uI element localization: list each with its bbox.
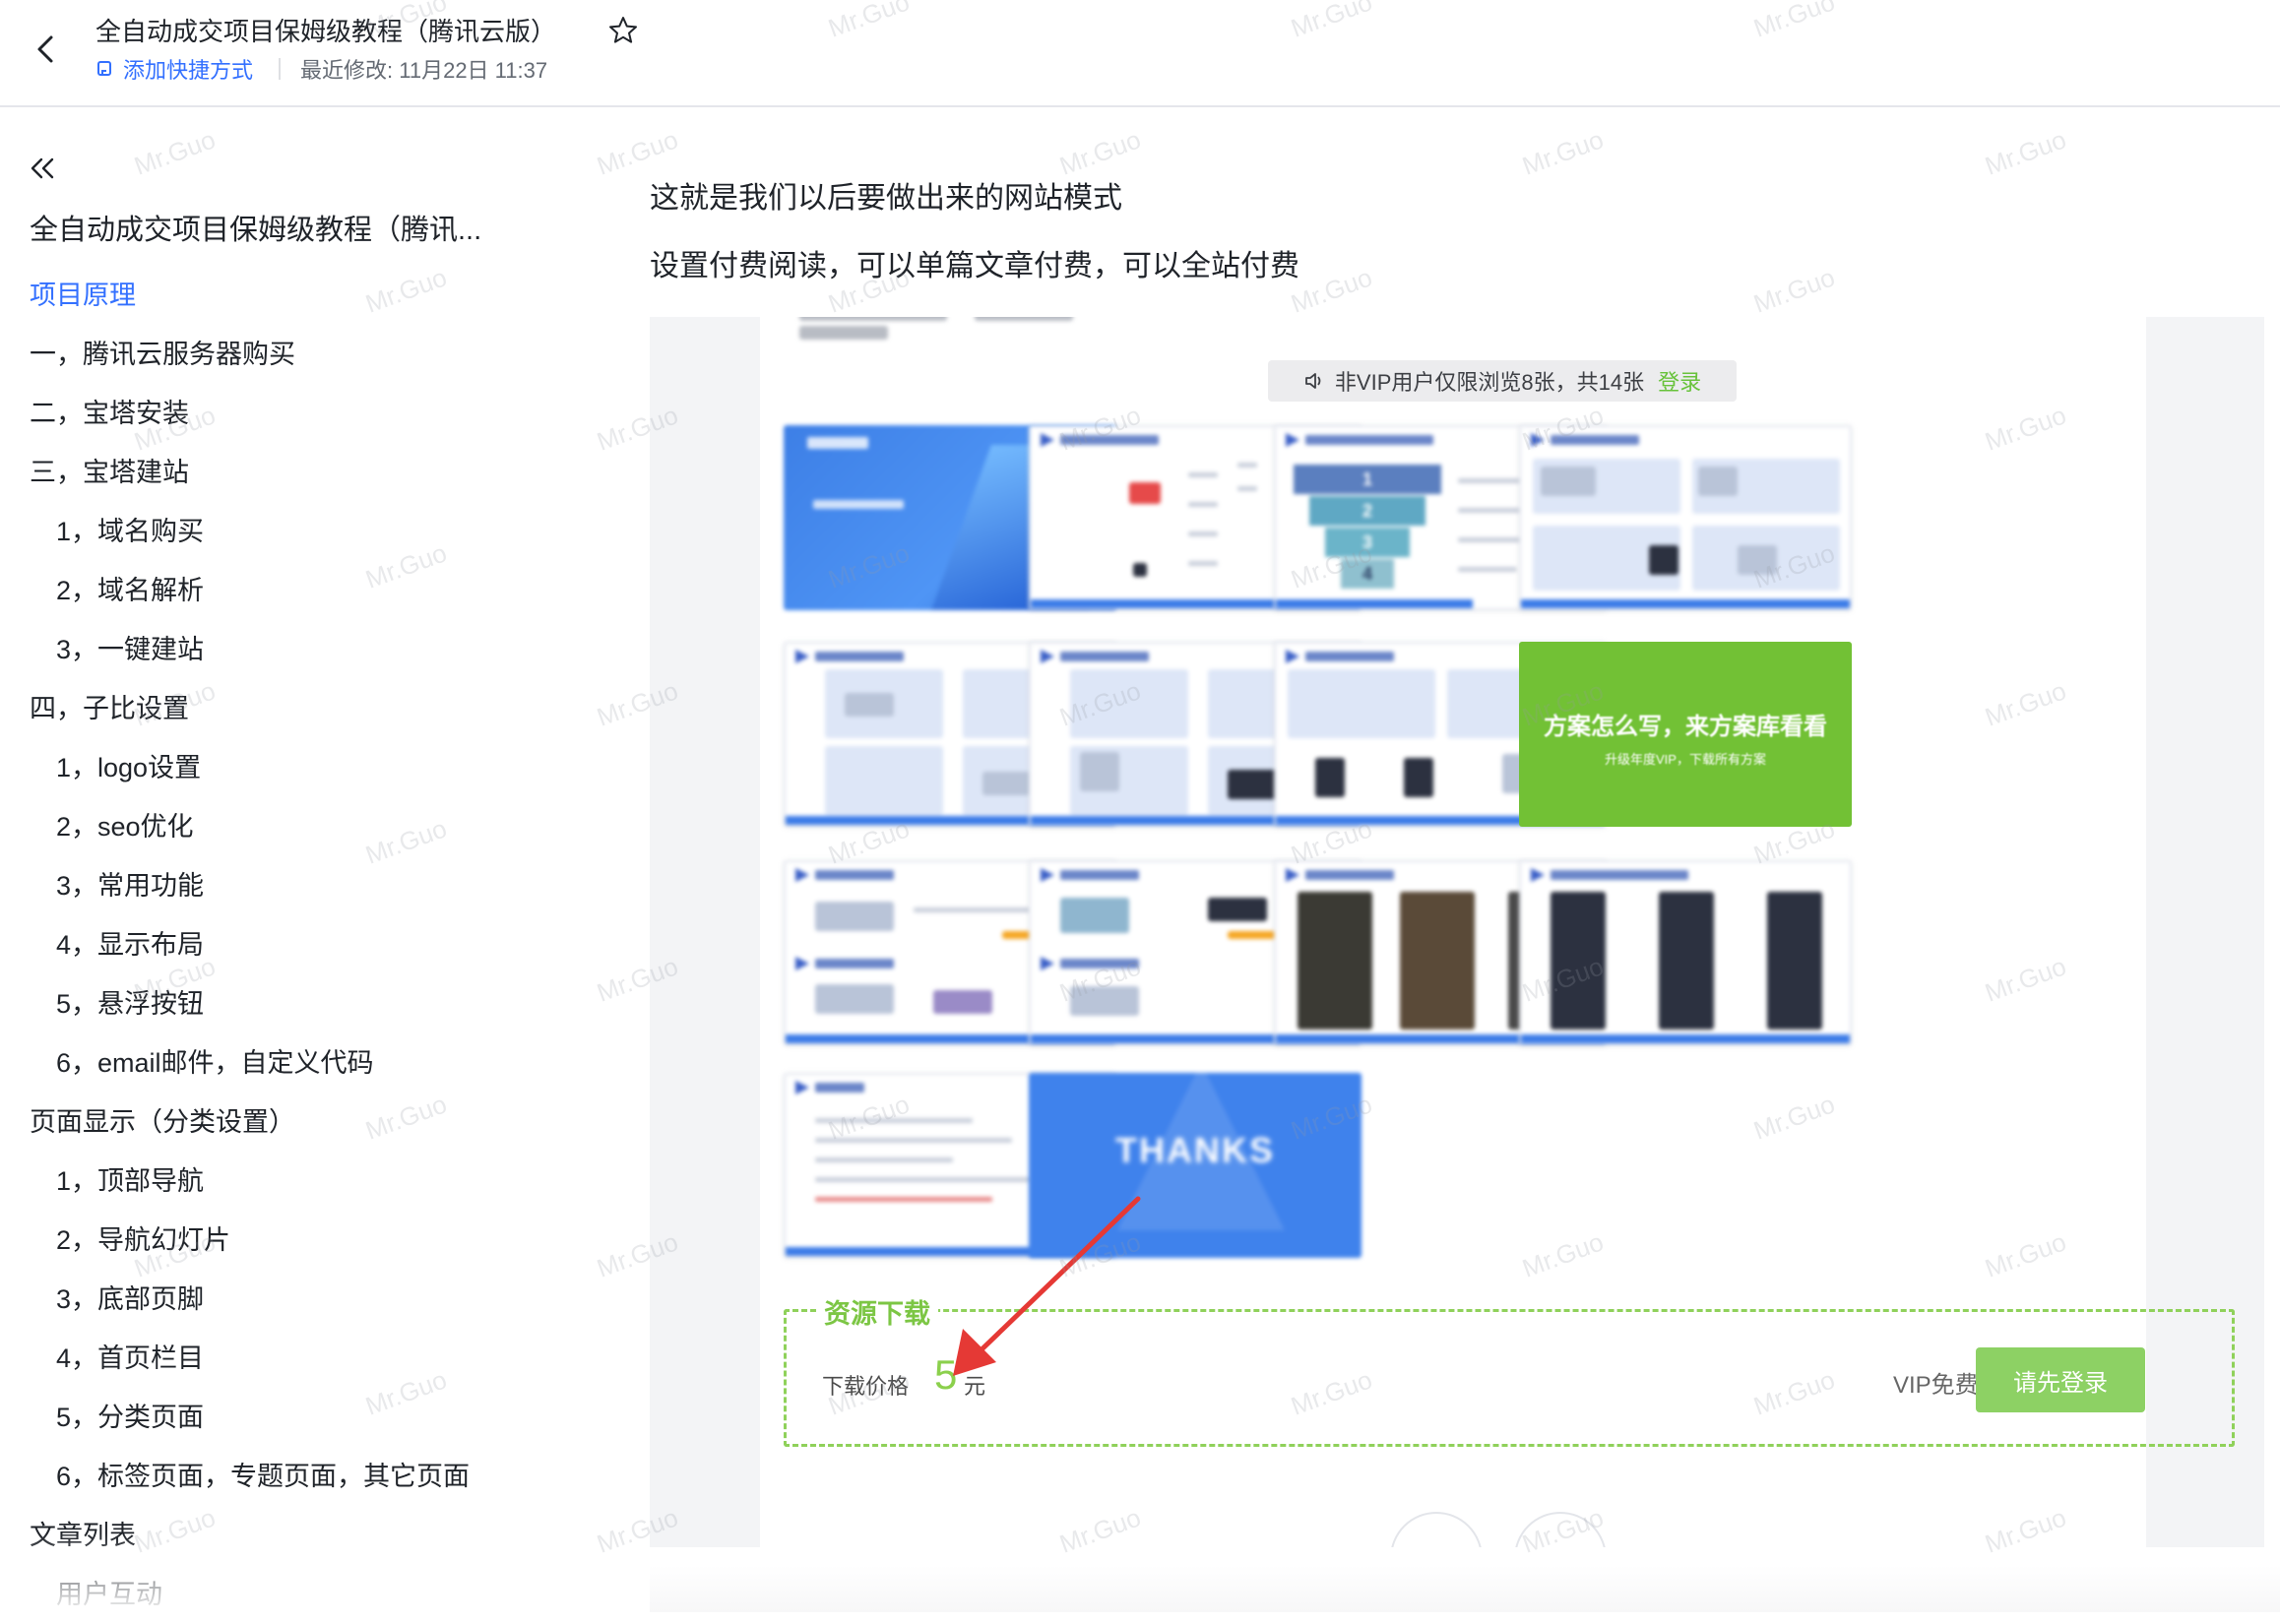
- price-label: 下载价格: [822, 1374, 910, 1399]
- funnel-level: 1: [1294, 465, 1441, 494]
- post-meta-blurred: [799, 317, 1213, 340]
- promo-subtitle: 升级年度VIP，下载所有方案: [1605, 752, 1766, 767]
- toc-item-page-display[interactable]: 页面显示（分类设置）: [0, 1093, 610, 1152]
- toc-item-server-purchase[interactable]: 一，腾讯云服务器购买: [0, 325, 610, 384]
- bottom-fade: [650, 1565, 2280, 1612]
- slide-thumbnail[interactable]: [1519, 425, 1852, 610]
- doc-meta: 添加快捷方式 最近修改: 11月22日 11:37: [95, 53, 547, 85]
- toc-item-nav-slides[interactable]: 2，导航幻灯片: [0, 1211, 610, 1270]
- watermark-text: Mr.Guo: [1749, 262, 1839, 319]
- toc-item-baota-site[interactable]: 三，宝塔建站: [0, 443, 610, 502]
- resource-title: 资源下载: [816, 1292, 938, 1331]
- thanks-text: THANKS: [1115, 1130, 1275, 1170]
- toc-item-common-functions[interactable]: 3，常用功能: [0, 856, 610, 915]
- toc-item-tag-pages[interactable]: 6，标签页面，专题页面，其它页面: [0, 1447, 610, 1506]
- toc-item-display-layout[interactable]: 4，显示布局: [0, 915, 610, 974]
- funnel-level: 2: [1309, 496, 1425, 526]
- price-unit: 元: [964, 1374, 986, 1399]
- funnel-level: 4: [1341, 559, 1394, 589]
- toc-item-domain-purchase[interactable]: 1，域名购买: [0, 502, 610, 561]
- like-button[interactable]: [1390, 1512, 1483, 1547]
- thanks-slide[interactable]: THANKS: [1029, 1073, 1362, 1258]
- toc-item-footer[interactable]: 3，底部页脚: [0, 1270, 610, 1329]
- toc-item-one-click-site[interactable]: 3，一键建站: [0, 620, 610, 679]
- vip-free-label: VIP免费: [1893, 1372, 1979, 1399]
- star-icon[interactable]: [606, 14, 640, 47]
- last-modified: 最近修改: 11月22日 11:37: [300, 58, 548, 83]
- toc-list: 项目原理 一，腾讯云服务器购买 二，宝塔安装 三，宝塔建站 1，域名购买 2，域…: [0, 266, 610, 1624]
- doc-title: 全自动成交项目保姆级教程（腾讯云版）: [95, 17, 557, 46]
- collapse-sidebar-icon[interactable]: [26, 152, 59, 185]
- content-paragraph: 设置付费阅读，可以单篇文章付费，可以全站付费: [650, 250, 1299, 282]
- toc-item-domain-dns[interactable]: 2，域名解析: [0, 561, 610, 620]
- slide-thumbnail[interactable]: [1519, 860, 1852, 1045]
- watermark-text: Mr.Guo: [1287, 262, 1376, 319]
- vip-limit-notice: 非VIP用户仅限浏览8张，共14张 登录: [1268, 360, 1737, 402]
- login-first-button[interactable]: 请先登录: [1976, 1347, 2145, 1412]
- share-button[interactable]: [1514, 1512, 1607, 1547]
- add-shortcut-label: 添加快捷方式: [123, 58, 254, 83]
- promo-title: 方案怎么写，来方案库看看: [1544, 714, 1827, 740]
- funnel-level: 3: [1325, 528, 1410, 557]
- speaker-icon: [1305, 373, 1321, 389]
- embedded-screenshot[interactable]: 非VIP用户仅限浏览8张，共14张 登录 1 2 3 4 方案怎么写，来方案库看…: [650, 317, 2264, 1547]
- doc-header: 全自动成交项目保姆级教程（腾讯云版） 添加快捷方式 最近修改: 11月22日 1…: [0, 0, 2280, 107]
- toc-item-email-code[interactable]: 6，email邮件，自定义代码: [0, 1033, 610, 1093]
- toc-item-float-buttons[interactable]: 5，悬浮按钮: [0, 974, 610, 1033]
- toc-item-project-principle[interactable]: 项目原理: [0, 266, 610, 325]
- toc-item-home-columns[interactable]: 4，首页栏目: [0, 1329, 610, 1388]
- toc-item-category-page[interactable]: 5，分类页面: [0, 1388, 610, 1447]
- vip-notice-text: 非VIP用户仅限浏览8张，共14张: [1334, 370, 1645, 395]
- vip-login-link[interactable]: 登录: [1658, 365, 1701, 397]
- annotation-arrow-icon: [953, 1196, 1141, 1376]
- content-paragraph: 这就是我们以后要做出来的网站模式: [650, 182, 1122, 215]
- toc-item-top-nav[interactable]: 1，顶部导航: [0, 1152, 610, 1211]
- shortcut-icon: [97, 61, 111, 76]
- funnel-graphic: 1 2 3 4: [1294, 463, 1441, 591]
- meta-divider: [279, 58, 282, 80]
- toc-sidebar: 全自动成交项目保姆级教程（腾讯... 项目原理 一，腾讯云服务器购买 二，宝塔安…: [0, 108, 610, 1612]
- back-arrow-icon[interactable]: [28, 30, 67, 69]
- watermark-text: Mr.Guo: [1981, 124, 2070, 181]
- toc-item-user-interaction[interactable]: 用户互动: [0, 1565, 610, 1624]
- add-shortcut-link[interactable]: 添加快捷方式: [95, 53, 253, 85]
- promo-card[interactable]: 方案怎么写，来方案库看看 升级年度VIP，下载所有方案: [1519, 642, 1852, 827]
- toc-item-logo-settings[interactable]: 1，logo设置: [0, 738, 610, 797]
- toc-item-zibi-settings[interactable]: 四，子比设置: [0, 679, 610, 738]
- watermark-text: Mr.Guo: [1518, 124, 1608, 181]
- toc-item-seo[interactable]: 2，seo优化: [0, 797, 610, 856]
- toc-item-article-list[interactable]: 文章列表: [0, 1506, 610, 1565]
- toc-item-baota-install[interactable]: 二，宝塔安装: [0, 384, 610, 443]
- toc-title[interactable]: 全自动成交项目保姆级教程（腾讯...: [30, 207, 481, 248]
